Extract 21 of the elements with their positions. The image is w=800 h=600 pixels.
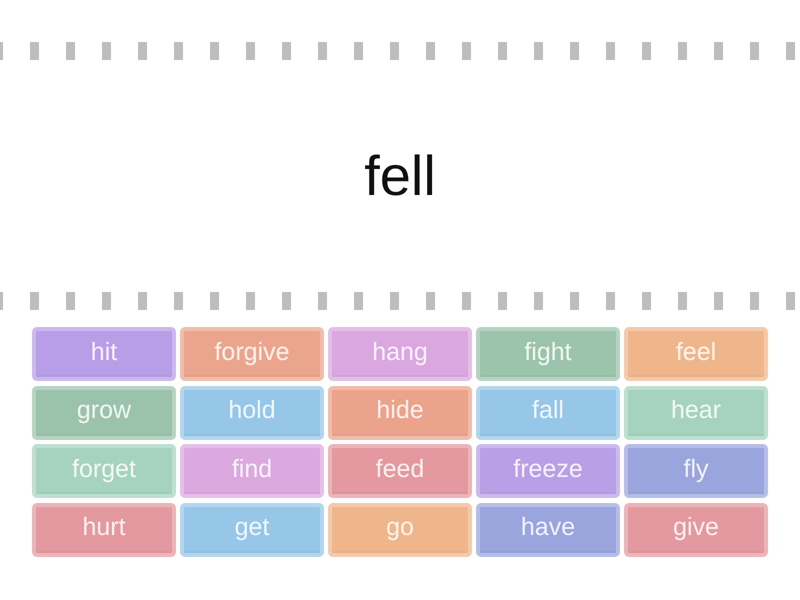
answer-tile[interactable]: hang [328,327,472,381]
answer-tile[interactable]: fly [624,444,768,498]
answer-tile[interactable]: feed [328,444,472,498]
answer-tile[interactable]: give [624,502,768,556]
answer-tile[interactable]: fight [476,327,620,381]
answer-tile[interactable]: hit [32,327,176,381]
prompt-word: fell [364,145,436,207]
answer-tile[interactable]: get [180,502,324,556]
answer-tile[interactable]: freeze [476,444,620,498]
answer-tile[interactable]: feel [624,327,768,381]
answer-tile[interactable]: find [180,444,324,498]
answer-tile[interactable]: fall [476,386,620,440]
answer-tile[interactable]: go [328,502,472,556]
answer-tile[interactable]: forgive [180,327,324,381]
answer-tile[interactable]: hold [180,386,324,440]
answer-tile[interactable]: hear [624,386,768,440]
answer-tile[interactable]: have [476,502,620,556]
answer-tile[interactable]: hide [328,386,472,440]
answer-tile[interactable]: forget [32,444,176,498]
answer-tile[interactable]: hurt [32,502,176,556]
answer-tile[interactable]: grow [32,386,176,440]
